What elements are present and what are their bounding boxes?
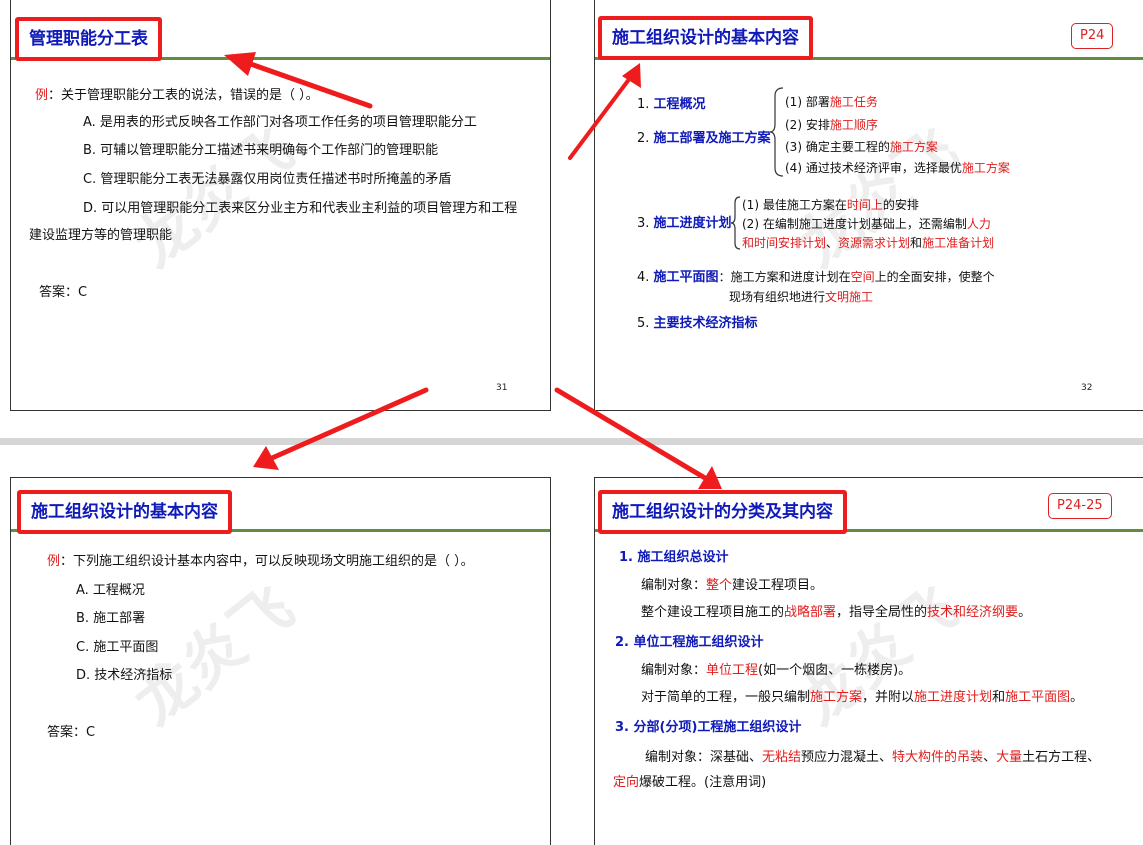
option-d: D. 技术经济指标	[76, 668, 173, 683]
option-c: C. 施工平面图	[76, 640, 159, 655]
line-1: 编制对象：整个建设工程项目。	[641, 578, 824, 593]
answer: 答案：C	[39, 285, 88, 300]
option-d-cont: 建设监理方等的管理职能	[29, 228, 173, 243]
page-number: 32	[1081, 383, 1093, 393]
item-3: 3. 施工进度计划	[637, 216, 732, 231]
line-3: 编制对象：单位工程(如一个烟囱、一栋楼房)。	[641, 663, 912, 678]
sched-1: (1) 最佳施工方案在时间上的安排	[742, 198, 919, 212]
heading-1: 1. 施工组织总设计	[619, 550, 729, 565]
page-ref-tag: P24	[1071, 23, 1114, 49]
sched-3: 和时间安排计划、资源需求计划和施工准备计划	[742, 236, 995, 250]
slide-separator	[0, 438, 1143, 445]
item-4-cont: 现场有组织地进行文明施工	[729, 290, 874, 304]
question: 例：下列施工组织设计基本内容中，可以反映现场文明施工组织的是（ ）。	[47, 554, 474, 569]
page-number: 31	[496, 383, 508, 393]
question: 例：关于管理职能分工表的说法，错误的是（ ）。	[35, 88, 319, 103]
line-4: 对于简单的工程，一般只编制施工方案，并附以施工进度计划和施工平面图。	[641, 690, 1084, 705]
line-5: 编制对象：深基础、无粘结预应力混凝土、特大构件的吊装、大量土石方工程、	[645, 750, 1101, 765]
item-4: 4. 施工平面图：施工方案和进度计划在空间上的全面安排，使整个	[637, 270, 995, 285]
sub-3: (3) 确定主要工程的施工方案	[785, 140, 938, 154]
slide-34[interactable]: 龙炎飞 施工组织设计的分类及其内容 P24-25 1. 施工组织总设计 编制对象…	[594, 477, 1143, 845]
item-5: 5. 主要技术经济指标	[637, 316, 758, 331]
option-d: D. 可以用管理职能分工表来区分业主方和代表业主利益的项目管理方和工程	[83, 201, 518, 216]
slide-title: 施工组织设计的分类及其内容	[598, 490, 847, 534]
slide-33[interactable]: 龙炎飞 施工组织设计的基本内容 例：下列施工组织设计基本内容中，可以反映现场文明…	[10, 477, 551, 845]
line-6: 定向爆破工程。(注意用词)	[613, 775, 767, 790]
option-b: B. 施工部署	[76, 611, 146, 626]
brace-icon	[769, 87, 784, 177]
slide-title: 施工组织设计的基本内容	[17, 490, 232, 534]
answer: 答案：C	[47, 725, 96, 740]
option-a: A. 是用表的形式反映各工作部门对各项工作任务的项目管理职能分工	[83, 115, 477, 130]
slide-32[interactable]: 龙炎飞 施工组织设计的基本内容 P24 1. 工程概况 2. 施工部署及施工方案…	[594, 0, 1143, 411]
option-b: B. 可辅以管理职能分工描述书来明确每个工作部门的管理职能	[83, 143, 439, 158]
line-2: 整个建设工程项目施工的战略部署，指导全局性的技术和经济纲要。	[641, 605, 1032, 620]
sub-4: (4) 通过技术经济评审，选择最优施工方案	[785, 161, 1010, 175]
slide-31[interactable]: 龙炎飞 管理职能分工表 例：关于管理职能分工表的说法，错误的是（ ）。 A. 是…	[10, 0, 551, 411]
item-2: 2. 施工部署及施工方案	[637, 131, 771, 146]
brace-icon	[730, 196, 741, 250]
slide-title: 管理职能分工表	[15, 17, 162, 61]
sched-2: (2) 在编制施工进度计划基础上，还需编制人力	[742, 217, 991, 231]
page-ref-tag: P24-25	[1048, 493, 1112, 519]
option-c: C. 管理职能分工表无法暴露仅用岗位责任描述书时所掩盖的矛盾	[83, 172, 452, 187]
sub-2: (2) 安排施工顺序	[785, 118, 878, 132]
slide-title: 施工组织设计的基本内容	[598, 16, 813, 60]
sub-1: (1) 部署施工任务	[785, 95, 878, 109]
heading-3: 3. 分部(分项)工程施工组织设计	[615, 720, 802, 735]
item-1: 1. 工程概况	[637, 97, 706, 112]
option-a: A. 工程概况	[76, 583, 145, 598]
heading-2: 2. 单位工程施工组织设计	[615, 635, 764, 650]
